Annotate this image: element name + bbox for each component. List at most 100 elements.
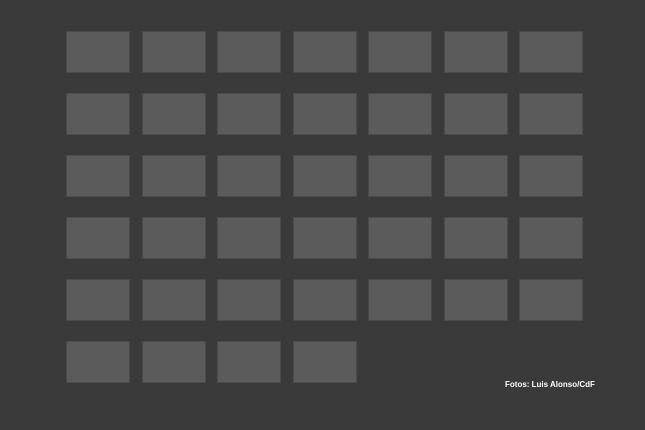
- photo-thumbnail: [141, 93, 206, 135]
- photo-thumbnail: [368, 31, 432, 73]
- photo-caption-credit: [444, 263, 508, 267]
- photo-card: [292, 93, 357, 143]
- photo-caption-credit: [368, 325, 432, 329]
- photo-caption-credit: [519, 263, 583, 267]
- photo-card: [66, 31, 130, 81]
- photo-card: [217, 31, 281, 81]
- photo-thumbnail: [519, 93, 583, 135]
- photo-caption-credit: [519, 325, 583, 329]
- photo-card: [217, 93, 281, 143]
- photo-thumbnail: [66, 155, 130, 197]
- photo-caption-credit: [142, 263, 206, 267]
- photo-thumbnail: [519, 217, 583, 259]
- photo-thumbnail: [217, 217, 281, 259]
- photo-thumbnail: [141, 217, 206, 259]
- photo-caption-credit: [217, 77, 281, 81]
- photo-thumbnail: [141, 31, 206, 73]
- photo-card: [443, 155, 508, 205]
- photo-thumbnail: [217, 93, 281, 135]
- photo-caption-credit: [217, 139, 281, 143]
- photo-thumbnail: [292, 93, 357, 135]
- photo-credit: Fotos: Luis Alonso/CdF: [505, 380, 595, 389]
- photo-card: [217, 217, 281, 267]
- photo-thumbnail: [292, 31, 357, 73]
- photo-caption-credit: [368, 139, 432, 143]
- photo-thumbnail: [443, 155, 508, 197]
- photo-card: [368, 279, 432, 329]
- photo-card: [217, 155, 281, 205]
- photo-caption-credit: [293, 201, 357, 205]
- photo-caption-credit: [519, 77, 583, 81]
- photo-thumbnail: [519, 155, 583, 197]
- photo-card: [217, 341, 281, 391]
- photo-caption-credit: [217, 263, 281, 267]
- photo-card: [66, 93, 130, 143]
- photo-thumbnail: [66, 31, 130, 73]
- photo-caption-credit: [368, 201, 432, 205]
- photo-caption-credit: [444, 325, 508, 329]
- photo-caption-credit: [217, 201, 281, 205]
- photo-thumbnail: [292, 217, 357, 259]
- photo-caption-credit: [142, 139, 206, 143]
- photo-card: [443, 93, 508, 143]
- photo-card: [368, 217, 432, 267]
- photo-thumbnail: [217, 341, 281, 383]
- photo-card: [66, 155, 130, 205]
- photo-caption-credit: [293, 77, 357, 81]
- photo-card: [368, 93, 432, 143]
- photo-thumbnail: [368, 155, 432, 197]
- photo-card: [217, 279, 281, 329]
- photo-caption-credit: [293, 263, 357, 267]
- photo-caption-credit: [142, 201, 206, 205]
- photo-card: [66, 279, 130, 329]
- photo-card: [292, 31, 357, 81]
- photo-caption-credit: [66, 263, 130, 267]
- photo-thumbnail: [292, 341, 357, 383]
- photo-card: [443, 217, 508, 267]
- photo-card: [292, 217, 357, 267]
- photo-card: [141, 155, 206, 205]
- photo-thumbnail: [141, 341, 206, 383]
- photo-card: [519, 155, 583, 205]
- photo-caption-credit: [519, 201, 583, 205]
- photo-card: [519, 279, 583, 329]
- photo-thumbnail: [66, 279, 130, 321]
- photo-card: [141, 217, 206, 267]
- photo-caption-credit: [368, 263, 432, 267]
- photo-caption-credit: [142, 77, 206, 81]
- photo-caption-credit: [519, 139, 583, 143]
- photo-card: [292, 341, 357, 391]
- photo-thumbnail: [368, 279, 432, 321]
- photo-caption-credit: [217, 387, 281, 391]
- photo-caption-credit: [368, 77, 432, 81]
- photo-card: [66, 217, 130, 267]
- photo-caption-credit: [66, 387, 130, 391]
- photo-thumbnail: [519, 31, 583, 73]
- photo-thumbnail: [443, 217, 508, 259]
- photo-card: [368, 31, 432, 81]
- photo-thumbnail: [66, 341, 130, 383]
- photo-caption-credit: [444, 77, 508, 81]
- photo-thumbnail: [368, 93, 432, 135]
- photo-caption-credit: [142, 325, 206, 329]
- photo-thumbnail: [443, 279, 508, 321]
- photo-card: [141, 93, 206, 143]
- photo-caption-credit: [66, 139, 130, 143]
- photo-thumbnail: [217, 155, 281, 197]
- photo-thumbnail: [292, 155, 357, 197]
- photo-thumbnail: [66, 93, 130, 135]
- photo-caption-credit: [66, 325, 130, 329]
- photo-card: [519, 31, 583, 81]
- photo-card: [443, 279, 508, 329]
- photo-caption-credit: [444, 139, 508, 143]
- photo-card: [66, 341, 130, 391]
- photo-caption-credit: [444, 201, 508, 205]
- photo-caption-credit: [66, 201, 130, 205]
- photo-thumbnail: [141, 155, 206, 197]
- photo-caption-credit: [217, 325, 281, 329]
- photo-card: [519, 217, 583, 267]
- photo-caption-credit: [293, 325, 357, 329]
- photo-card: [292, 279, 357, 329]
- photo-thumbnail: [519, 279, 583, 321]
- photo-card: [368, 155, 432, 205]
